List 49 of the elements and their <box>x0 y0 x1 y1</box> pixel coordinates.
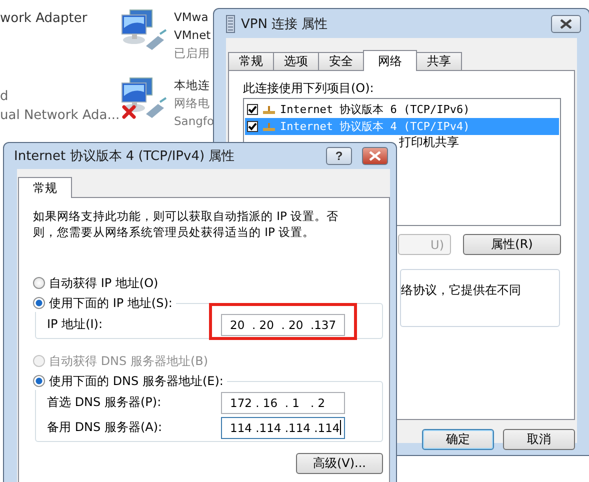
adapter-text: 本地连 <box>174 77 211 94</box>
field-label: 备用 DNS 服务器(A): <box>47 419 164 436</box>
tab[interactable]: 常规 <box>228 52 274 70</box>
checkbox[interactable] <box>247 121 258 132</box>
checkbox[interactable] <box>247 104 258 115</box>
tab[interactable]: 常规 <box>18 177 72 198</box>
advanced-button[interactable]: 高级(V)... <box>296 453 383 474</box>
field-label: IP 地址(I): <box>47 316 104 333</box>
radio-label[interactable]: 使用下面的 IP 地址(S): <box>49 294 172 312</box>
list-item[interactable]: Internet 协议版本 6 (TCP/IPv6) <box>245 101 559 118</box>
adapter-text: VMnet <box>174 27 211 44</box>
tab[interactable]: 共享 <box>416 52 462 70</box>
tab[interactable]: 安全 <box>318 52 364 70</box>
window-icon <box>226 14 235 32</box>
window-title: VPN 连接 属性 <box>241 16 328 32</box>
description-text: 络协议，它提供在不同 <box>401 283 521 297</box>
tab[interactable]: 网络 <box>363 50 417 71</box>
ip-address-field[interactable]: 20 . 20 . 20 .137 <box>221 314 345 336</box>
properties-button[interactable]: 属性(R) <box>463 234 561 255</box>
radio-button[interactable] <box>33 297 45 309</box>
protocol-icon <box>262 122 276 132</box>
dialog-button[interactable]: 确定 <box>422 429 494 450</box>
tab[interactable]: 选项 <box>273 52 319 70</box>
radio-button[interactable] <box>33 375 45 387</box>
close-button[interactable] <box>362 147 388 165</box>
description-text: 如果网络支持此功能，则可以获取自动指派的 IP 设置。否则，您需要从网络系统管理员处获得适当的 IP 设置。 <box>33 208 340 240</box>
field-label: 首选 DNS 服务器(P): <box>47 394 162 411</box>
protocol-icon <box>262 104 276 114</box>
network-adapter-icon[interactable] <box>120 76 168 120</box>
adapter-text: Sangfo <box>174 113 214 130</box>
items-label: 此连接使用下列项目(O): <box>243 80 375 96</box>
help-button[interactable]: ? <box>326 147 352 165</box>
window-title: Internet 协议版本 4 (TCP/IPv4) 属性 <box>14 148 235 165</box>
adapter-text: work Adapter <box>0 10 88 28</box>
close-button[interactable] <box>551 14 581 32</box>
dialog-button[interactable]: 取消 <box>503 429 575 450</box>
ip-address-field[interactable]: 114 .114 .114 .114 <box>221 416 345 438</box>
adapter-text: VMwa <box>174 9 210 26</box>
radio-button[interactable] <box>33 277 45 289</box>
radio-label[interactable]: 使用下面的 DNS 服务器地址(E): <box>49 372 224 390</box>
adapter-text: d <box>0 88 10 106</box>
list-item[interactable]: 打印机共享 <box>399 135 459 150</box>
close-icon <box>369 151 381 161</box>
ip-address-field[interactable]: 172 . 16 . 1 . 2 <box>221 392 345 414</box>
adapter-text: 已启用 <box>174 45 211 62</box>
adapter-text: 网络电 <box>174 95 211 112</box>
close-icon <box>560 18 572 28</box>
radio-label[interactable]: 自动获得 IP 地址(O) <box>49 274 158 292</box>
network-adapter-icon[interactable] <box>120 8 168 52</box>
